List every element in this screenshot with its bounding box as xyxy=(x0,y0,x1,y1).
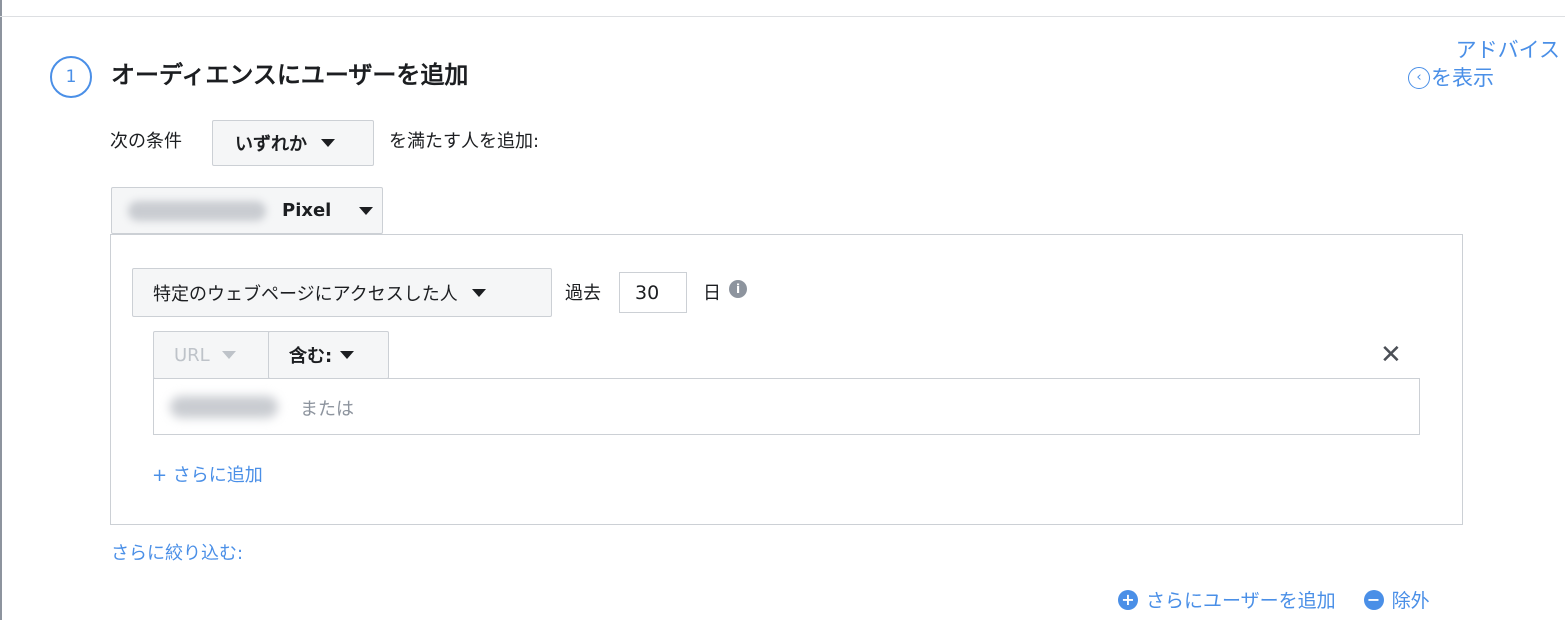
operator-value: 含む: xyxy=(289,346,333,367)
caret-down-icon xyxy=(321,139,335,147)
condition-suffix-label: を満たす人を追加: xyxy=(389,131,540,152)
advice-toggle[interactable]: アドバイス ‹ を表示 xyxy=(1400,36,1560,92)
url-field-value: URL xyxy=(174,344,210,366)
url-value-input[interactable]: または xyxy=(153,378,1420,435)
event-type-dropdown[interactable]: 特定のウェブページにアクセスした人 xyxy=(132,268,552,317)
plus-circle-icon: + xyxy=(1118,589,1138,610)
section-title: オーディエンスにユーザーを追加 xyxy=(111,61,469,89)
event-type-value: 特定のウェブページにアクセスした人 xyxy=(153,283,458,305)
url-field-dropdown[interactable]: URL xyxy=(153,331,270,379)
chevron-left-circle-icon: ‹ xyxy=(1408,67,1430,89)
exclude-label: 除外 xyxy=(1391,590,1430,612)
caret-down-icon xyxy=(340,351,355,359)
step-number-badge: 1 xyxy=(50,56,92,98)
custom-audience-page: 1 オーディエンスにユーザーを追加 アドバイス ‹ を表示 次の条件 いずれか … xyxy=(0,0,1565,620)
add-users-label: さらにユーザーを追加 xyxy=(1146,590,1336,612)
caret-down-icon xyxy=(221,351,236,359)
day-unit-label: 日 xyxy=(703,283,721,304)
close-icon[interactable]: ✕ xyxy=(1380,340,1402,370)
past-label: 過去 xyxy=(565,283,601,304)
add-users-button[interactable]: + さらにユーザーを追加 xyxy=(1118,586,1336,613)
minus-circle-icon: − xyxy=(1363,589,1384,610)
or-placeholder: または xyxy=(300,399,354,420)
redacted-pixel-name xyxy=(128,200,266,221)
match-condition-value: いずれか xyxy=(235,134,307,155)
advice-label-line2: を表示 xyxy=(1431,66,1494,90)
footer-actions: + さらにユーザーを追加 − 除外 xyxy=(1118,586,1430,613)
top-divider xyxy=(0,16,1565,17)
add-more-link[interactable]: + さらに追加 xyxy=(152,461,263,487)
info-icon[interactable]: i xyxy=(729,280,747,298)
left-border xyxy=(0,0,2,620)
operator-dropdown[interactable]: 含む: xyxy=(268,331,389,379)
caret-down-icon xyxy=(471,288,486,297)
pixel-selector-dropdown[interactable]: Pixel xyxy=(111,187,383,234)
redacted-url-token xyxy=(170,396,278,418)
retention-days-input[interactable]: 30 xyxy=(619,272,687,313)
advice-label-line1: アドバイス xyxy=(1455,38,1560,62)
narrow-further-link[interactable]: さらに絞り込む: xyxy=(111,539,243,565)
pixel-label: Pixel xyxy=(282,200,332,221)
condition-prefix-label: 次の条件 xyxy=(110,131,182,152)
match-condition-dropdown[interactable]: いずれか xyxy=(212,120,374,166)
exclude-button[interactable]: − 除外 xyxy=(1363,586,1430,613)
caret-down-icon xyxy=(359,206,374,215)
